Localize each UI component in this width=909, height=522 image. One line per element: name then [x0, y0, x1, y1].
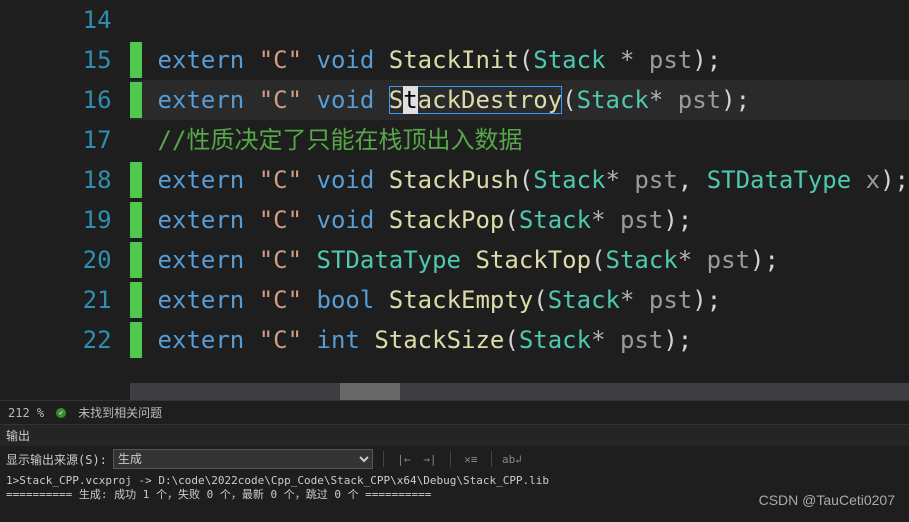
output-source-label: 显示输出来源(S): [6, 451, 107, 468]
code-line[interactable]: extern "C" void StackPop(Stack* pst); [130, 200, 909, 240]
line-number: 14 [0, 0, 112, 40]
code-line-current[interactable]: extern "C" void StackDestroy(Stack* pst)… [130, 80, 909, 120]
code-line[interactable]: extern "C" bool StackEmpty(Stack* pst); [130, 280, 909, 320]
line-number: 20 [0, 240, 112, 280]
zoom-level[interactable]: 212 % [8, 406, 44, 420]
issues-status[interactable]: 未找到相关问题 [78, 404, 162, 421]
code-line[interactable]: //性质决定了只能在栈顶出入数据 [130, 120, 909, 160]
code-line[interactable] [130, 0, 909, 40]
code-line[interactable]: extern "C" void StackInit(Stack * pst); [130, 40, 909, 80]
line-number: 18 [0, 160, 112, 200]
code-line[interactable]: extern "C" int StackSize(Stack* pst); [130, 320, 909, 360]
line-number: 21 [0, 280, 112, 320]
line-number: 16 [0, 80, 112, 120]
text-cursor: t [403, 86, 417, 114]
change-marker [130, 162, 142, 198]
code-content[interactable]: extern "C" void StackInit(Stack * pst); … [130, 0, 909, 400]
output-toolbar: 显示输出来源(S): 生成 |← →| ✕≡ ab↲ [0, 446, 909, 472]
line-number: 22 [0, 320, 112, 360]
line-number-gutter: 14 15 16 17 18 19 20 21 22 [0, 0, 130, 400]
prev-message-icon[interactable]: |← [394, 450, 414, 468]
change-marker [130, 42, 142, 78]
change-marker [130, 82, 142, 118]
output-panel-title[interactable]: 输出 [0, 424, 909, 446]
change-marker [130, 242, 142, 278]
text-selection: StackDestroy [389, 86, 562, 114]
code-line[interactable]: extern "C" STDataType StackTop(Stack* ps… [130, 240, 909, 280]
change-marker [130, 322, 142, 358]
output-console[interactable]: 1>Stack_CPP.vcxproj -> D:\code\2022code\… [0, 472, 909, 522]
next-message-icon[interactable]: →| [420, 450, 440, 468]
build-output-line: 1>Stack_CPP.vcxproj -> D:\code\2022code\… [6, 474, 903, 488]
change-marker [130, 202, 142, 238]
clear-output-icon[interactable]: ✕≡ [461, 450, 481, 468]
separator [491, 451, 492, 467]
scrollbar-thumb[interactable] [340, 383, 400, 400]
wrap-text-icon[interactable]: ab↲ [502, 450, 522, 468]
separator [450, 451, 451, 467]
horizontal-scrollbar[interactable] [130, 383, 909, 400]
check-icon: ✓ [56, 408, 66, 418]
line-number: 15 [0, 40, 112, 80]
separator [383, 451, 384, 467]
build-output-line: ========== 生成: 成功 1 个，失败 0 个，最新 0 个，跳过 0… [6, 488, 903, 502]
code-editor[interactable]: 14 15 16 17 18 19 20 21 22 extern "C" vo… [0, 0, 909, 400]
line-number: 19 [0, 200, 112, 240]
line-number: 17 [0, 120, 112, 160]
editor-status-bar: 212 % ✓ 未找到相关问题 [0, 400, 909, 424]
output-source-select[interactable]: 生成 [113, 449, 373, 469]
code-line[interactable]: extern "C" void StackPush(Stack* pst, ST… [130, 160, 909, 200]
change-marker [130, 282, 142, 318]
